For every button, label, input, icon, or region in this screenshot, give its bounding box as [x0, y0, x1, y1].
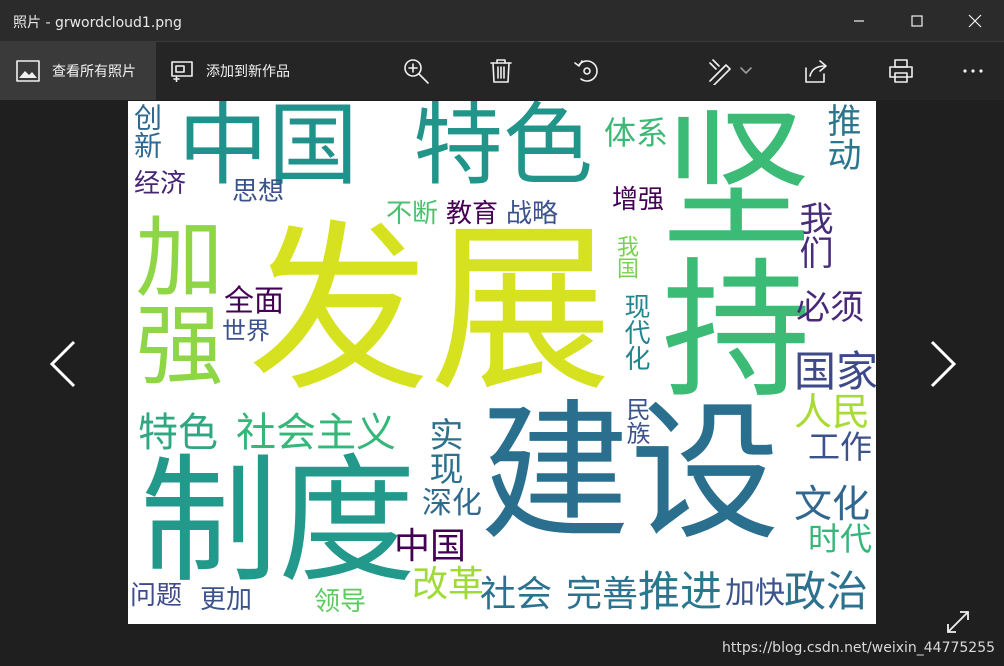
- chevron-down-icon[interactable]: [740, 42, 752, 100]
- chevron-right-icon: [930, 340, 957, 388]
- word-jiaqiang: 加强: [128, 211, 224, 387]
- window-title: 照片 - grwordcloud1.png: [13, 15, 182, 31]
- word-shehuizhuyi: 社会主义: [236, 410, 396, 456]
- zoom-in-icon[interactable]: [402, 42, 430, 100]
- word-buduan: 不断: [386, 199, 439, 229]
- expand-icon: [947, 611, 969, 633]
- word-zhengzhi: 政治: [784, 567, 869, 616]
- word-guojia: 国家: [794, 347, 876, 396]
- word-fazhan: 发展: [248, 204, 612, 416]
- word-wanshan: 完善: [566, 574, 639, 615]
- word-lingdao: 领导: [314, 587, 367, 617]
- word-women: 我们: [793, 201, 833, 269]
- word-gongzuo: 工作: [808, 428, 873, 466]
- word-jiakuai: 加快: [725, 576, 785, 611]
- word-zhidu: 制度: [140, 441, 417, 602]
- word-gengjia: 更加: [200, 585, 253, 615]
- word-woguo: 我国: [613, 235, 638, 279]
- word-tuidong: 推动: [821, 103, 861, 171]
- word-bixu: 必须: [796, 288, 864, 328]
- rotate-icon[interactable]: [573, 42, 601, 100]
- toolbar: 查看所有照片 添加到新作品: [0, 42, 1004, 100]
- add-to-creation-icon: [170, 60, 194, 82]
- word-tese-top: 特色: [413, 101, 593, 198]
- word-tese-mid: 特色: [138, 410, 218, 456]
- close-icon: [968, 14, 982, 27]
- word-shehui: 社会: [480, 574, 553, 615]
- word-wenhua: 文化: [794, 482, 871, 526]
- word-xiandaihua: 现代化: [620, 293, 650, 371]
- word-shidai: 时代: [808, 520, 873, 558]
- word-shenhua: 深化: [422, 486, 482, 521]
- previous-photo-button[interactable]: [46, 340, 82, 388]
- delete-icon[interactable]: [489, 42, 513, 100]
- word-sixiang: 思想: [232, 177, 285, 207]
- word-zhanlue: 战略: [506, 199, 559, 229]
- word-zengqiang: 增强: [612, 185, 665, 215]
- maximize-button[interactable]: [888, 0, 946, 41]
- title-bar: 照片 - grwordcloud1.png: [0, 0, 1004, 42]
- maximize-icon: [911, 14, 923, 27]
- word-renmin: 人民: [794, 390, 871, 434]
- word-shixian: 实现: [423, 417, 463, 485]
- photo-wordcloud: 发展 坚持 建设 制度 中国 特色 加强 特色 社会主义 国家 人民 工作 文化…: [128, 101, 876, 624]
- word-minzu: 民族: [622, 397, 650, 445]
- word-gaige: 改革: [412, 564, 485, 605]
- word-tixi: 体系: [604, 114, 669, 152]
- view-all-photos-button[interactable]: 查看所有照片: [0, 42, 156, 100]
- word-tuijin: 推进: [638, 567, 723, 616]
- word-quanmian: 全面: [224, 284, 284, 319]
- watermark-url: https://blog.csdn.net/weixin_44775255: [722, 640, 996, 656]
- word-jingji: 经济: [134, 169, 187, 199]
- more-options-icon[interactable]: [962, 42, 984, 100]
- word-shijie: 世界: [222, 317, 270, 345]
- word-wenti: 问题: [130, 581, 183, 611]
- edit-draw-icon[interactable]: [706, 42, 734, 100]
- fullscreen-button[interactable]: [944, 608, 972, 636]
- next-photo-button[interactable]: [924, 340, 960, 388]
- chevron-left-icon: [49, 340, 76, 388]
- add-to-creation-button[interactable]: 添加到新作品: [170, 42, 290, 100]
- print-icon[interactable]: [888, 42, 914, 100]
- image-icon: [16, 60, 40, 82]
- word-jiaoyu: 教育: [446, 199, 499, 229]
- minimize-icon: [854, 19, 864, 22]
- word-jianchi: 坚持: [636, 101, 810, 401]
- word-zhongguo-bottom: 中国: [394, 526, 467, 567]
- share-icon[interactable]: [802, 42, 828, 100]
- close-button[interactable]: [946, 0, 1004, 41]
- minimize-button[interactable]: [830, 0, 888, 41]
- view-all-photos-label: 查看所有照片: [52, 64, 136, 80]
- word-chuangxin: 创新: [130, 103, 163, 159]
- add-to-creation-label: 添加到新作品: [206, 64, 290, 80]
